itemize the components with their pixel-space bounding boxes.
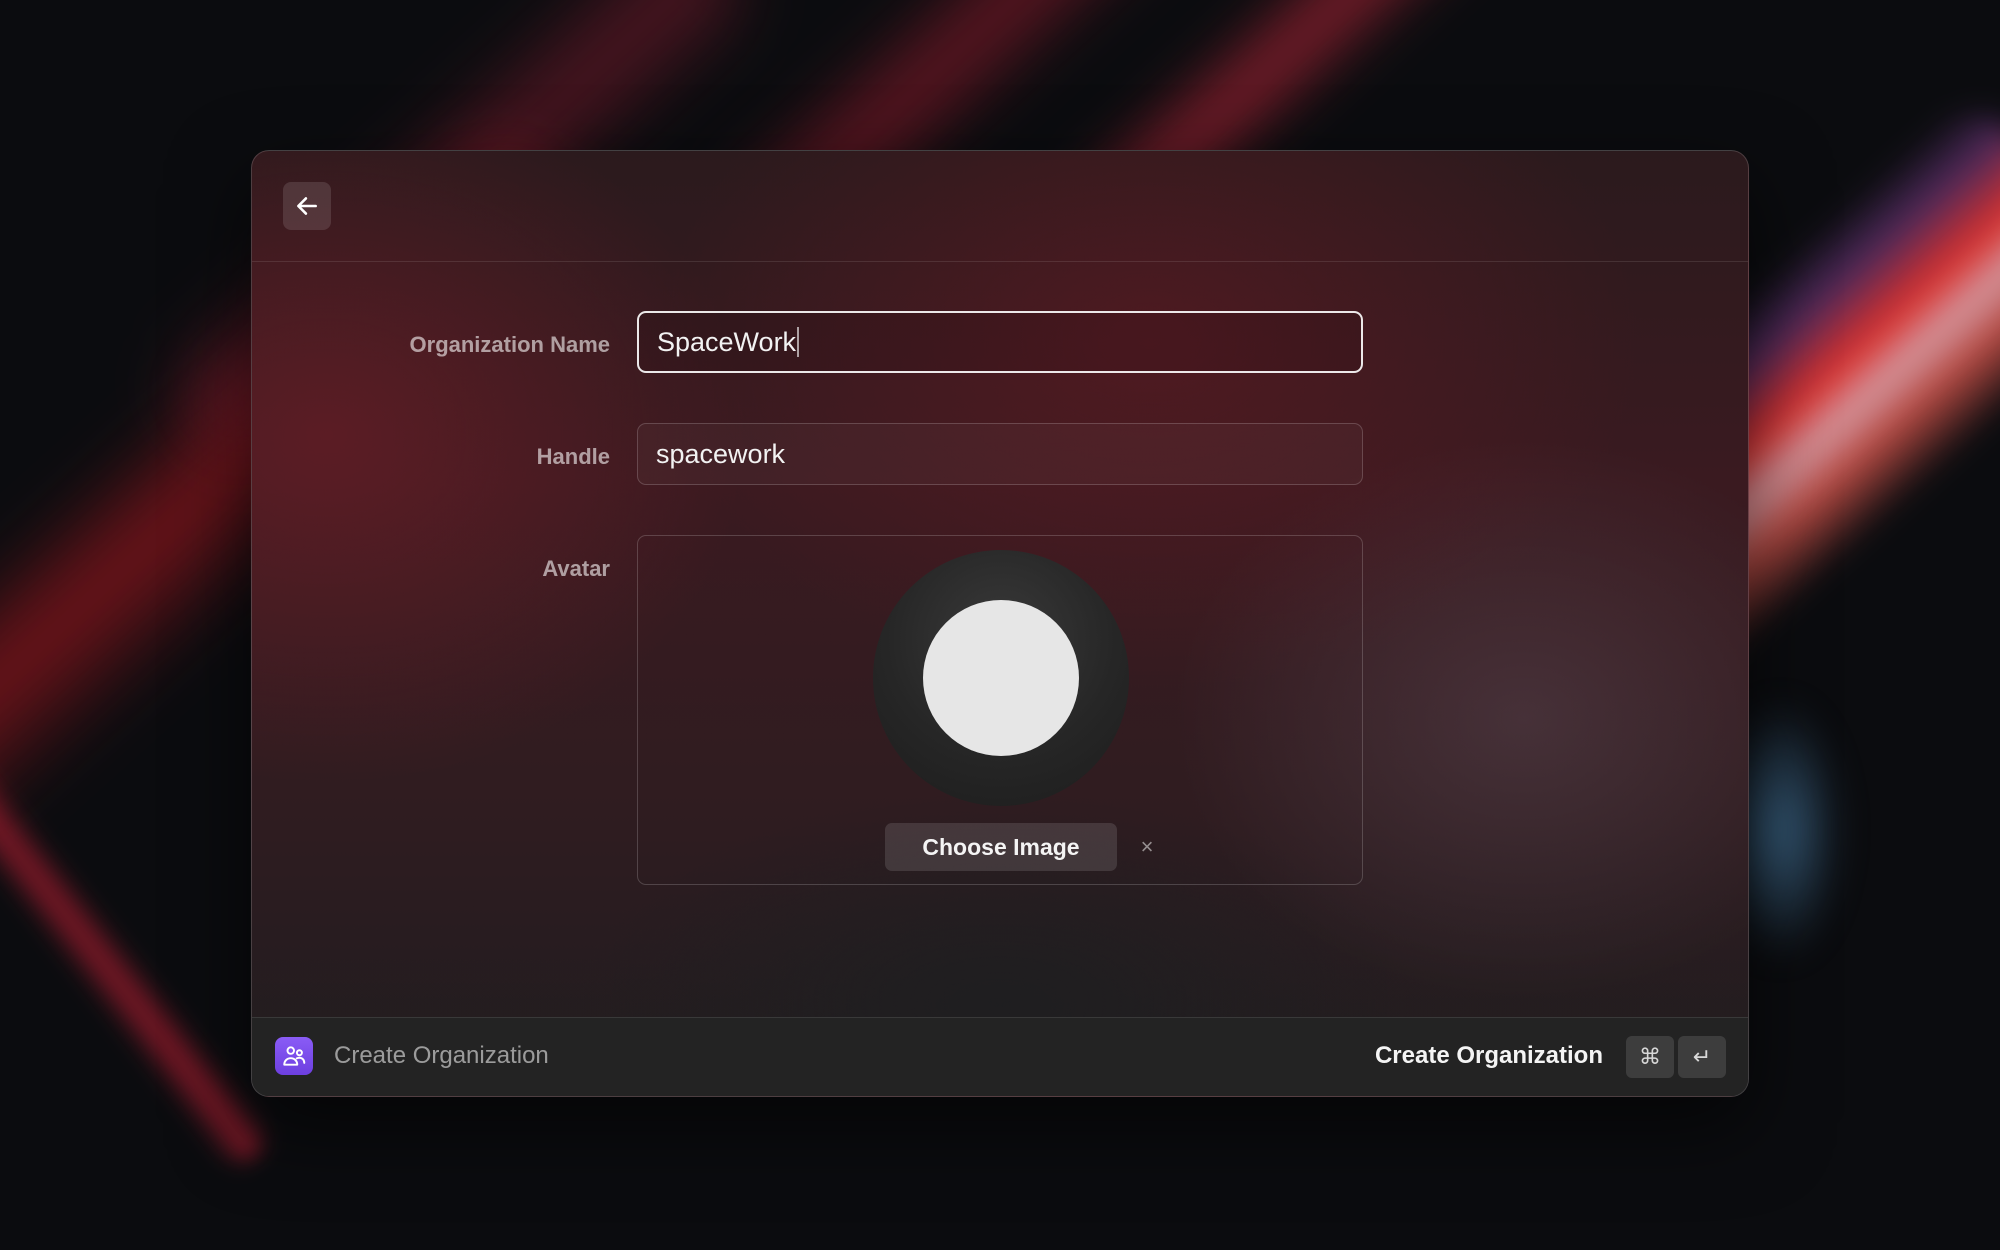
handle-label: Handle bbox=[536, 444, 610, 469]
org-name-label: Organization Name bbox=[409, 332, 610, 357]
avatar-label: Avatar bbox=[542, 556, 610, 581]
org-name-input[interactable]: SpaceWork bbox=[637, 311, 1363, 373]
window-header bbox=[252, 151, 1748, 262]
avatar-picker: Choose Image × bbox=[637, 535, 1363, 885]
back-button[interactable] bbox=[283, 182, 331, 230]
avatar-placeholder bbox=[923, 600, 1079, 756]
handle-input[interactable]: spacework bbox=[637, 423, 1363, 485]
text-caret bbox=[797, 327, 800, 357]
command-key-hint: ⌘ bbox=[1626, 1036, 1674, 1078]
footer-title: Create Organization bbox=[334, 1042, 549, 1069]
avatar-preview bbox=[873, 550, 1129, 806]
arrow-left-icon bbox=[297, 197, 317, 215]
organization-icon bbox=[275, 1037, 313, 1075]
handle-value: spacework bbox=[656, 438, 786, 469]
action-bar: Create Organization Create Organization … bbox=[252, 1017, 1748, 1096]
people-icon bbox=[283, 1046, 306, 1066]
clear-avatar-button[interactable]: × bbox=[1132, 832, 1162, 862]
org-name-value: SpaceWork bbox=[657, 326, 797, 357]
create-organization-button[interactable]: Create Organization bbox=[1375, 1042, 1603, 1070]
choose-image-button[interactable]: Choose Image bbox=[885, 823, 1117, 871]
return-key-hint: ↵ bbox=[1678, 1036, 1726, 1078]
create-organization-window: Organization Name SpaceWork Handle space… bbox=[251, 150, 1749, 1097]
